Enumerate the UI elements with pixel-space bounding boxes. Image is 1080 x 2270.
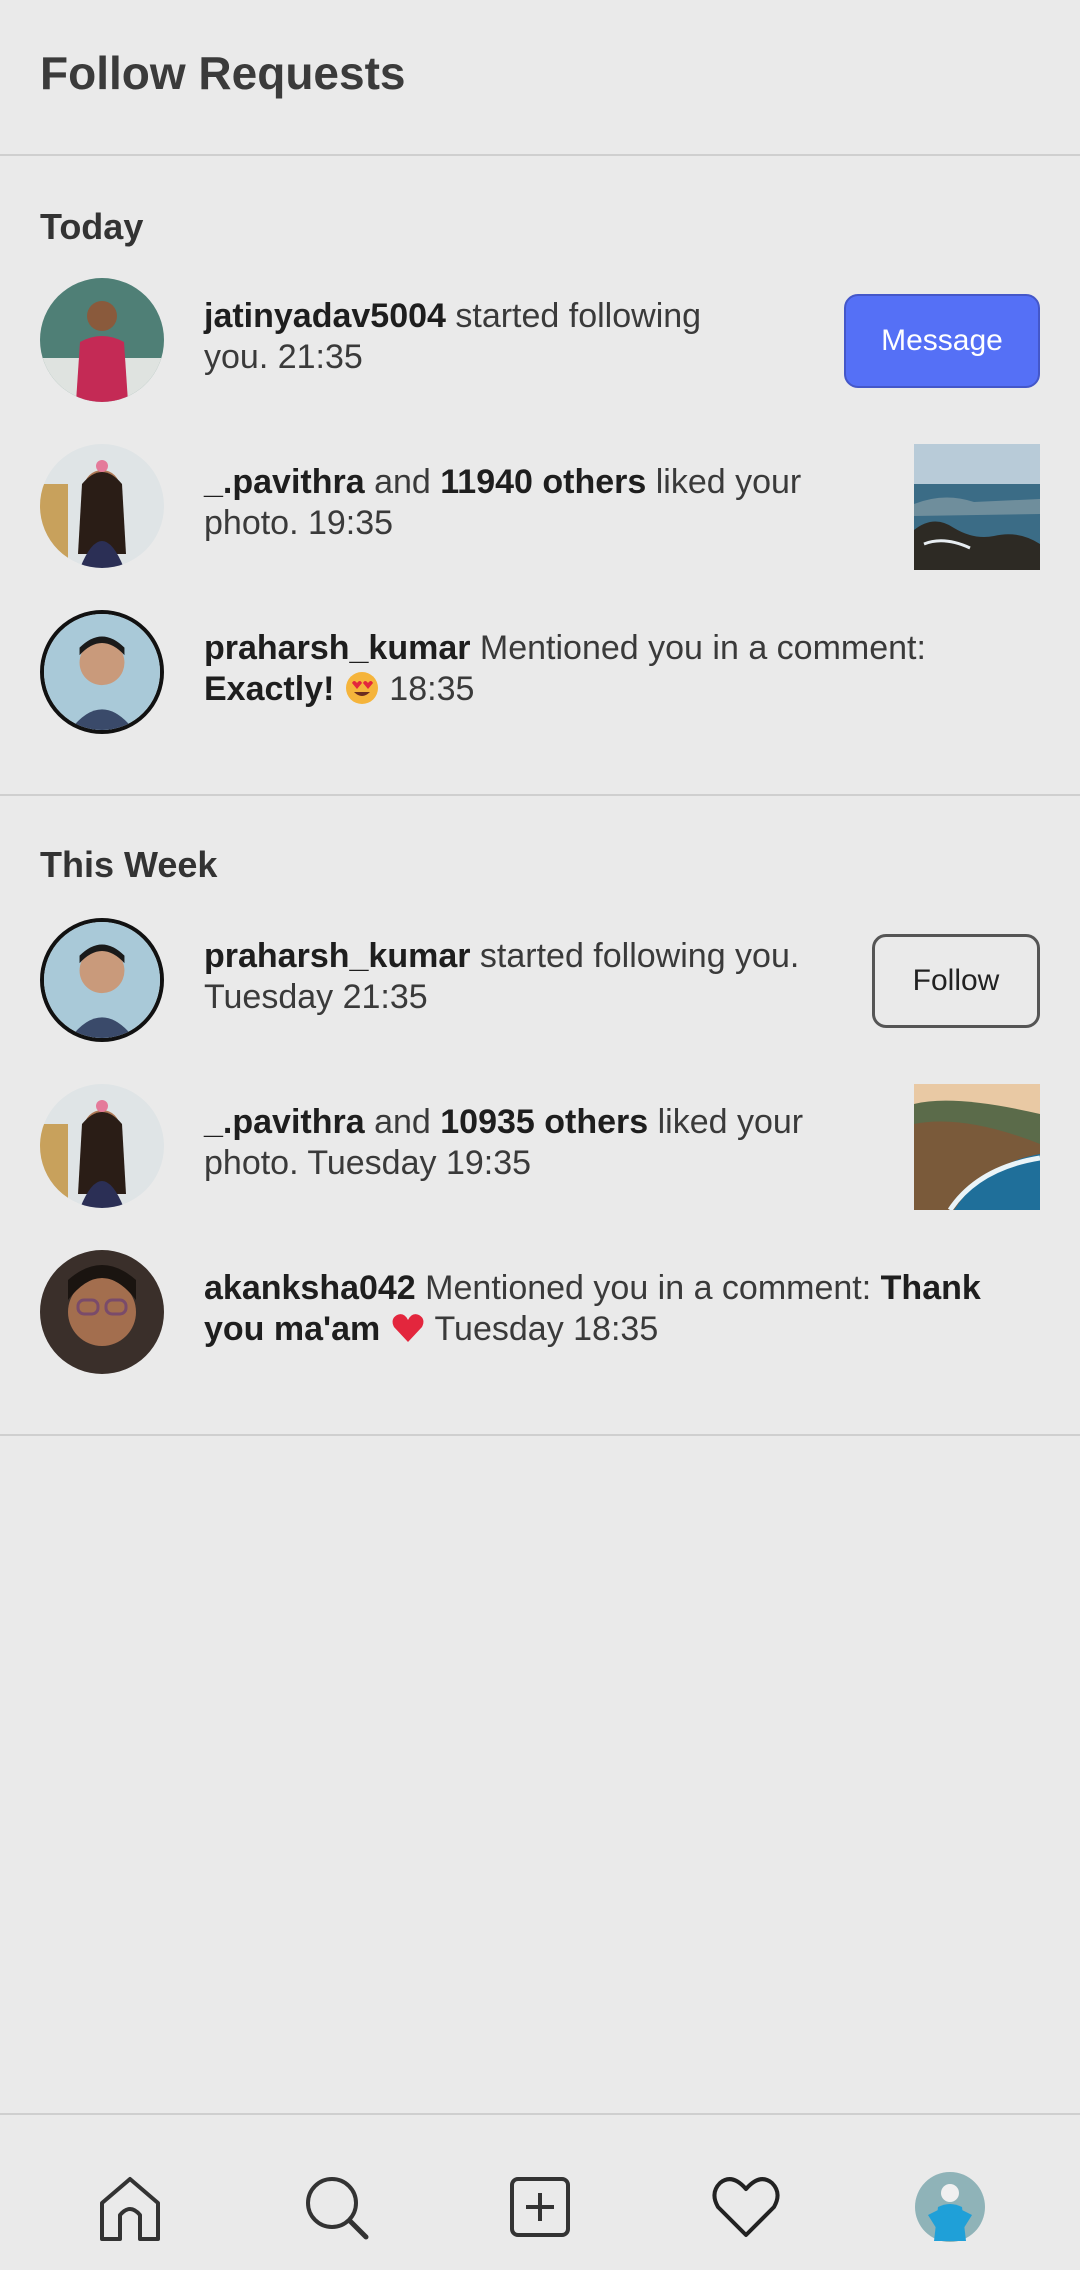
search-icon bbox=[306, 2177, 369, 2240]
action-text: liked your bbox=[646, 463, 802, 501]
section-title: Today bbox=[40, 206, 144, 247]
timestamp-text: photo. Tuesday 19:35 bbox=[204, 1144, 532, 1182]
follow-button[interactable]: Follow bbox=[872, 934, 1040, 1028]
username[interactable]: jatinyadav5004 bbox=[204, 297, 446, 335]
conjunction-text: and bbox=[364, 463, 441, 501]
avatar[interactable] bbox=[40, 610, 164, 734]
red-heart-emoji-icon bbox=[392, 1314, 424, 1342]
username[interactable]: praharsh_kumar bbox=[204, 629, 470, 667]
notification-row[interactable]: _.pavithra and 10935 others liked your p… bbox=[0, 1084, 1080, 1212]
timestamp-text: Tuesday 21:35 bbox=[204, 978, 428, 1016]
action-text: liked your bbox=[648, 1103, 804, 1141]
avatar-image bbox=[40, 278, 164, 402]
comment-text-continued: you ma'am bbox=[204, 1310, 381, 1348]
notification-row[interactable]: jatinyadav5004 started following you. 21… bbox=[0, 278, 1080, 406]
nav-activity[interactable] bbox=[706, 2167, 786, 2247]
activity-heart-icon bbox=[712, 2177, 780, 2237]
avatar-image bbox=[40, 444, 164, 568]
avatar[interactable] bbox=[40, 1084, 164, 1208]
avatar-image bbox=[44, 922, 160, 1038]
notification-text: _.pavithra and 10935 others liked your p… bbox=[204, 1102, 803, 1184]
page-title: Follow Requests bbox=[40, 47, 406, 99]
notification-text: praharsh_kumar started following you. Tu… bbox=[204, 936, 799, 1018]
avatar[interactable] bbox=[40, 278, 164, 402]
heart-eyes-emoji-icon bbox=[345, 672, 378, 704]
others-count[interactable]: 11940 others bbox=[440, 463, 646, 501]
header: Follow Requests bbox=[0, 0, 1080, 156]
section-title: This Week bbox=[40, 844, 218, 885]
avatar-image bbox=[44, 614, 160, 730]
notification-row[interactable]: akanksha042 Mentioned you in a comment: … bbox=[0, 1250, 1080, 1378]
avatar-image bbox=[40, 1084, 164, 1208]
post-thumbnail[interactable] bbox=[914, 444, 1040, 570]
timestamp-text: Tuesday 18:35 bbox=[425, 1310, 659, 1348]
notification-row[interactable]: _.pavithra and 11940 others liked your p… bbox=[0, 444, 1080, 572]
action-text: started following bbox=[445, 297, 702, 335]
coast-image bbox=[914, 444, 1040, 570]
notification-text: akanksha042 Mentioned you in a comment: … bbox=[204, 1268, 981, 1350]
notification-row[interactable]: praharsh_kumar started following you. Tu… bbox=[0, 918, 1080, 1046]
nav-home[interactable] bbox=[90, 2167, 170, 2247]
action-text: Mentioned you in a comment: bbox=[470, 629, 926, 667]
nav-create[interactable] bbox=[500, 2167, 580, 2247]
others-count[interactable]: 10935 others bbox=[440, 1103, 648, 1141]
username[interactable]: _.pavithra bbox=[204, 1103, 365, 1141]
avatar[interactable] bbox=[40, 444, 164, 568]
add-post-icon bbox=[510, 2177, 570, 2237]
nav-profile[interactable] bbox=[910, 2167, 990, 2247]
coast-image bbox=[914, 1084, 1040, 1210]
timestamp-text: photo. 19:35 bbox=[204, 504, 394, 542]
profile-avatar bbox=[915, 2172, 985, 2242]
post-thumbnail[interactable] bbox=[914, 1084, 1040, 1210]
avatar-image bbox=[40, 1250, 164, 1374]
nav-search[interactable] bbox=[296, 2167, 376, 2247]
conjunction-text: and bbox=[364, 1103, 441, 1141]
timestamp-text: 18:35 bbox=[379, 670, 475, 708]
message-button[interactable]: Message bbox=[844, 294, 1040, 388]
notification-text: jatinyadav5004 started following you. 21… bbox=[204, 296, 701, 378]
action-text: Mentioned you in a comment: bbox=[415, 1269, 881, 1307]
comment-text: Thank bbox=[880, 1269, 981, 1307]
notification-text: _.pavithra and 11940 others liked your p… bbox=[204, 462, 801, 544]
username[interactable]: praharsh_kumar bbox=[204, 937, 470, 975]
avatar[interactable] bbox=[40, 1250, 164, 1374]
username[interactable]: _.pavithra bbox=[204, 463, 365, 501]
action-text: started following you. bbox=[470, 937, 800, 975]
avatar[interactable] bbox=[40, 918, 164, 1042]
bottom-navigation bbox=[0, 2113, 1080, 2270]
comment-text: Exactly! bbox=[204, 670, 335, 708]
home-icon bbox=[100, 2177, 160, 2241]
timestamp-text: you. 21:35 bbox=[204, 338, 363, 376]
notification-text: praharsh_kumar Mentioned you in a commen… bbox=[204, 628, 926, 710]
username[interactable]: akanksha042 bbox=[204, 1269, 416, 1307]
notification-row[interactable]: praharsh_kumar Mentioned you in a commen… bbox=[0, 610, 1080, 738]
